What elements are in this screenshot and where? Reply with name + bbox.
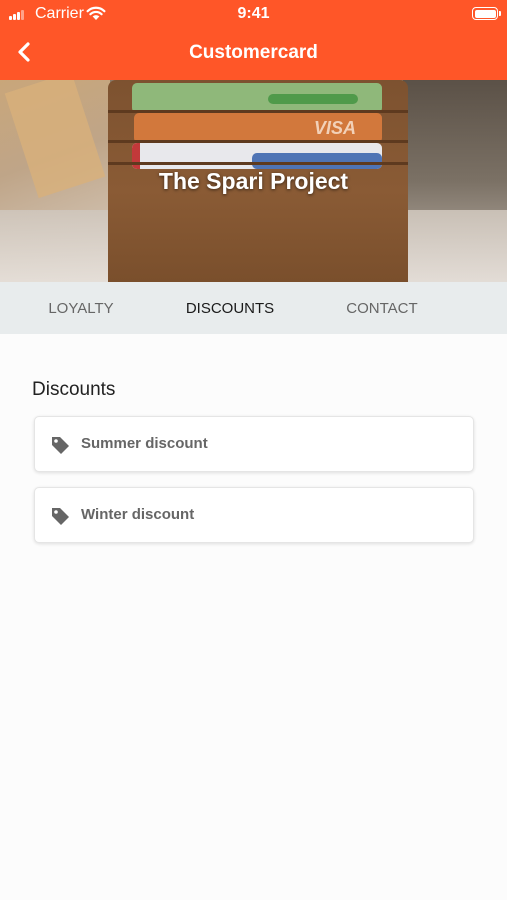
discount-item-winter[interactable]: Winter discount xyxy=(34,487,474,543)
status-bar: Carrier 9:41 xyxy=(0,0,507,28)
discount-item-summer[interactable]: Summer discount xyxy=(34,416,474,472)
discount-label: Winter discount xyxy=(81,506,195,523)
visa-logo: VISA xyxy=(314,118,357,138)
battery-icon xyxy=(472,7,501,20)
tag-icon xyxy=(52,437,69,454)
tab-discounts[interactable]: DISCOUNTS xyxy=(152,282,308,334)
tab-contact[interactable]: CONTACT xyxy=(306,282,458,334)
top-bar: Carrier 9:41 Customercard xyxy=(0,0,507,80)
tag-icon xyxy=(52,508,69,525)
section-title: Discounts xyxy=(32,379,116,400)
tab-bar: LOYALTY DISCOUNTS CONTACT xyxy=(0,282,507,334)
page-title: Customercard xyxy=(189,42,318,63)
hero-title: The Spari Project xyxy=(158,168,349,194)
tab-loyalty[interactable]: LOYALTY xyxy=(0,282,162,334)
hero-banner: VISA The Spari Project xyxy=(0,80,507,282)
discount-label: Summer discount xyxy=(81,435,208,452)
nav-bar: Customercard xyxy=(0,28,507,80)
status-time: 9:41 xyxy=(237,5,270,22)
